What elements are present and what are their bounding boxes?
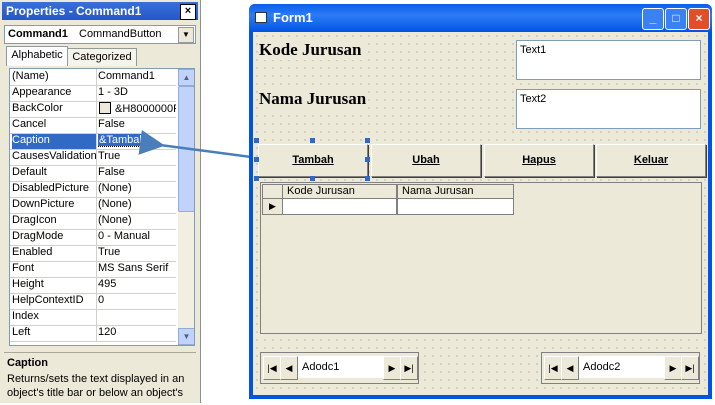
resize-handle[interactable]: [310, 176, 315, 181]
prev-record-icon[interactable]: ◀: [561, 356, 579, 380]
first-record-icon[interactable]: |◀: [263, 356, 281, 380]
text2-value: Text2: [520, 93, 547, 105]
ubah-button[interactable]: Ubah: [371, 144, 481, 177]
keluar-button[interactable]: Keluar: [596, 144, 706, 177]
last-record-icon[interactable]: ▶|: [681, 356, 699, 380]
adodc2-caption: Adodc2: [579, 356, 665, 378]
data-grid[interactable]: Kode Jurusan Nama Jurusan ▶: [260, 182, 702, 334]
next-record-icon[interactable]: ▶: [383, 356, 401, 380]
grid-cell[interactable]: [397, 198, 514, 215]
resize-handle[interactable]: [254, 157, 259, 162]
grid-cell[interactable]: [282, 198, 397, 215]
resize-handle[interactable]: [254, 138, 259, 143]
resize-handle[interactable]: [365, 176, 370, 181]
minimize-icon[interactable]: _: [642, 8, 664, 30]
maximize-icon[interactable]: □: [665, 8, 687, 30]
form-icon: [255, 12, 267, 23]
row-pointer-icon: ▶: [262, 198, 283, 215]
label-kode-jurusan: Kode Jurusan: [259, 40, 362, 60]
next-record-icon[interactable]: ▶: [664, 356, 682, 380]
adodc1-caption: Adodc1: [298, 356, 384, 378]
text2-input[interactable]: Text2: [516, 89, 701, 129]
form-window: Form1 _ □ × Kode Jurusan Nama Jurusan Te…: [249, 4, 712, 399]
hapus-button[interactable]: Hapus: [484, 144, 594, 177]
resize-handle[interactable]: [365, 157, 370, 162]
resize-handle[interactable]: [310, 138, 315, 143]
resize-handle[interactable]: [254, 176, 259, 181]
form-title: Form1: [273, 10, 313, 25]
last-record-icon[interactable]: ▶|: [400, 356, 418, 380]
prev-record-icon[interactable]: ◀: [280, 356, 298, 380]
adodc1-control: |◀ ◀ Adodc1 ▶ ▶|: [260, 352, 419, 384]
adodc2-control: |◀ ◀ Adodc2 ▶ ▶|: [541, 352, 700, 384]
close-icon[interactable]: ×: [688, 8, 710, 30]
text1-input[interactable]: Text1: [516, 40, 701, 80]
label-nama-jurusan: Nama Jurusan: [259, 89, 367, 109]
form-client-area: Kode Jurusan Nama Jurusan Text1 Text2 Ta…: [253, 32, 708, 395]
form-title-bar: Form1 _ □ ×: [249, 4, 712, 32]
first-record-icon[interactable]: |◀: [544, 356, 562, 380]
tambah-button[interactable]: Tambah: [258, 144, 368, 177]
text1-value: Text1: [520, 44, 547, 56]
resize-handle[interactable]: [365, 138, 370, 143]
